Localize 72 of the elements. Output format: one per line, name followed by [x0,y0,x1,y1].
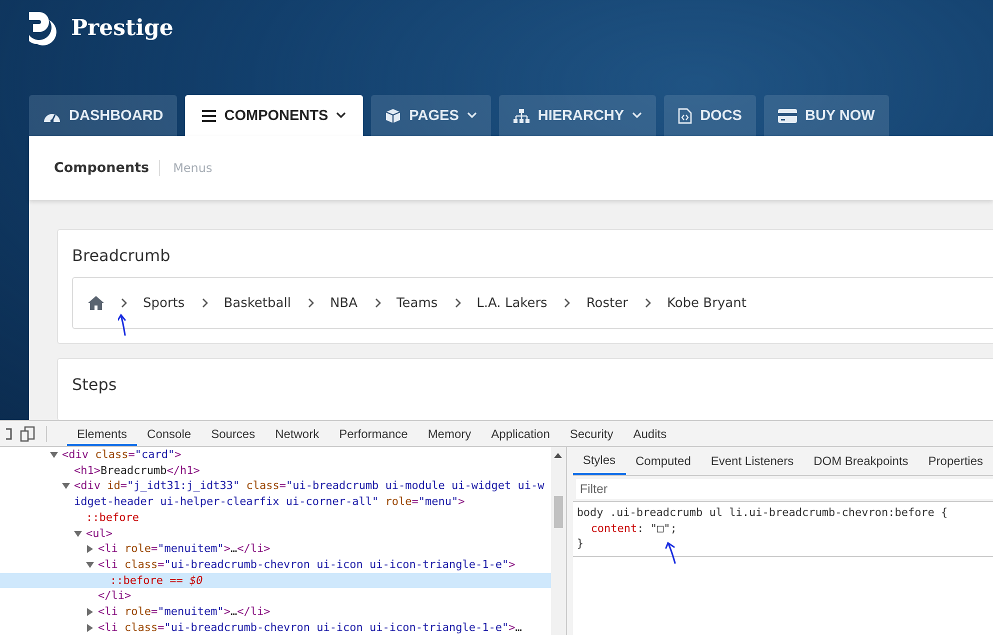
triangle-right-icon[interactable] [86,624,94,632]
page-title: Components [54,160,160,176]
handwritten-arrow-icon [664,541,679,565]
scrollbar[interactable] [550,447,566,635]
nav-tab[interactable]: PAGES [371,95,491,136]
code-file-icon [678,108,692,124]
nav-tab[interactable]: DOCS [664,95,756,136]
dom-node[interactable]: <h1>Breadcrumb</h1> [74,462,202,478]
scrollbar-thumb[interactable] [554,496,563,528]
home-icon[interactable] [88,296,104,310]
triangle-down-icon[interactable] [50,451,58,459]
chevron-right-icon [374,298,380,308]
panel-tab[interactable]: Properties [918,447,993,475]
dom-node[interactable]: ::before == $0 [110,572,205,588]
css-selector: body .ui-breadcrumb ul li.ui-breadcrumb-chevron:before { [576,505,949,520]
panel-tab[interactable]: Elements [67,421,138,446]
triangle-down-icon[interactable] [62,482,70,490]
breadcrumb-link[interactable]: Roster [586,296,628,310]
panel-tab[interactable]: Computed [626,447,701,475]
chevron-right-icon [454,298,461,308]
dom-node[interactable]: <div id="j_idt31:j_idt33" class="ui-breadcrumb ui-module ui-widget ui-widget-header ui-helper-clearfix ui-corner-all" role="menu"> [74,478,551,510]
handwritten-arrow-icon [118,313,127,337]
panel-tab[interactable]: Network [265,421,330,446]
menu-icon [202,108,216,122]
css-value: : "□"; [637,520,677,536]
panel-tab[interactable]: Memory [418,421,482,446]
panel-tab[interactable]: Audits [623,421,677,446]
page-subtitle: Menus [172,161,212,175]
sitemap-icon [512,108,530,122]
chevron-right-icon [202,298,208,308]
panel-tab[interactable]: Performance [329,421,418,446]
card-title: Steps [72,375,118,394]
panel-tab[interactable]: Event Listeners [700,447,804,475]
dom-node[interactable]: </li> [98,588,134,604]
nav-tab[interactable]: BUY NOW [764,95,889,136]
chevron-right-icon [644,298,651,308]
panel-tab[interactable]: Console [137,421,202,446]
triangle-down-icon[interactable] [74,530,82,538]
panel-tab[interactable]: Sources [201,421,266,446]
dom-node[interactable]: ::before [86,510,141,526]
dom-node[interactable]: <li role="menuitem">…</li> [98,541,272,557]
breadcrumb-link[interactable]: NBA [330,296,358,310]
triangle-right-icon[interactable] [86,608,94,616]
cube-icon [385,108,402,124]
scroll-up-icon[interactable] [554,453,562,458]
panel-tab[interactable]: DOM Breakpoints [804,447,918,475]
chevron-right-icon [308,298,314,308]
filter-field[interactable]: Filter [576,479,993,499]
panel-tab[interactable]: Application [481,421,560,446]
breadcrumb-link[interactable]: Teams [396,296,438,310]
breadcrumb-link[interactable]: Basketball [224,296,291,310]
chevron-right-icon [121,298,127,308]
triangle-down-icon[interactable] [86,560,94,569]
dom-node[interactable]: <li class="ui-breadcrumb-chevron ui-icon ui-icon-triangle-1-e">… [98,620,524,635]
css-brace: } [576,536,584,552]
dom-node[interactable]: <div class="card"> [62,447,184,463]
css-property: content [590,520,638,536]
dom-node[interactable]: <li role="menuitem">…</li> [98,604,272,620]
nav-tab[interactable]: DASHBOARD [29,95,178,136]
nav-tab[interactable]: HIERARCHY [498,95,656,136]
triangle-right-icon[interactable] [86,545,94,554]
breadcrumb-link[interactable]: Sports [143,296,185,310]
panel-tab[interactable]: Security [560,421,624,446]
dom-node[interactable]: <li class="ui-breadcrumb-chevron ui-icon ui-icon-triangle-1-e"> [98,556,518,573]
dom-node[interactable]: <ul> [86,526,114,542]
chevron-right-icon [564,298,570,308]
breadcrumb-link[interactable]: Kobe Bryant [666,296,746,310]
card-title: Breadcrumb [72,246,172,265]
device-toggle-icon[interactable] [20,426,36,442]
breadcrumb-link[interactable]: L.A. Lakers [476,296,548,310]
nav-tab[interactable]: COMPONENTS [185,95,364,136]
brand-name: Prestige [71,15,174,41]
